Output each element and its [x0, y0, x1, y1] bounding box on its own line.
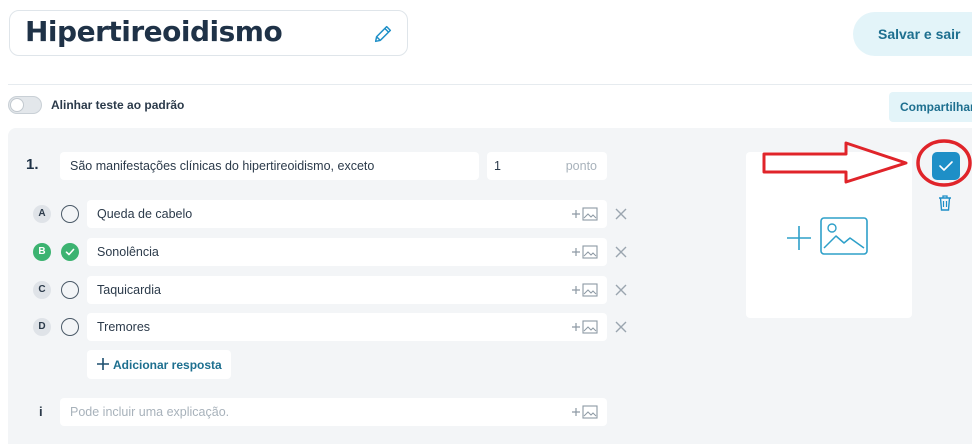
answer-radio-c[interactable] — [61, 281, 79, 299]
check-icon — [65, 248, 75, 256]
add-image-icon[interactable] — [569, 282, 599, 298]
add-image-icon[interactable] — [569, 319, 599, 335]
answer-radio-d[interactable] — [61, 318, 79, 336]
add-image-icon[interactable] — [569, 206, 599, 222]
question-number: 1. — [26, 156, 39, 173]
remove-answer-b-icon[interactable] — [612, 243, 630, 261]
trash-icon[interactable] — [937, 194, 953, 212]
toggle-knob — [10, 98, 24, 112]
answer-input-d[interactable]: Tremores — [87, 313, 607, 341]
question-text-input[interactable]: São manifestações clínicas do hipertireo… — [60, 152, 479, 180]
annotation-arrow — [762, 141, 908, 184]
remove-answer-c-icon[interactable] — [612, 281, 630, 299]
points-value: 1 — [494, 159, 501, 173]
answer-text-d: Tremores — [97, 320, 151, 334]
align-toggle-label: Alinhar teste ao padrão — [51, 98, 185, 112]
add-answer-button[interactable]: Adicionar resposta — [87, 350, 231, 379]
points-input[interactable]: 1 ponto — [487, 152, 607, 180]
align-toggle[interactable] — [8, 96, 42, 114]
answer-radio-b[interactable] — [61, 243, 79, 261]
plus-icon — [97, 358, 109, 370]
remove-answer-d-icon[interactable] — [612, 318, 630, 336]
save-and-exit-button[interactable]: Salvar e sair — [853, 12, 972, 56]
answer-text-a: Queda de cabelo — [97, 207, 193, 221]
answer-text-b: Sonolência — [97, 245, 159, 259]
explanation-placeholder: Pode incluir uma explicação. — [70, 405, 230, 419]
answer-radio-a[interactable] — [61, 205, 79, 223]
answer-input-b[interactable]: Sonolência — [87, 238, 607, 266]
answer-input-a[interactable]: Queda de cabelo — [87, 200, 607, 228]
page-title: Hipertireoidismo — [25, 15, 283, 48]
answer-letter-a: A — [33, 205, 51, 223]
share-button[interactable]: Compartilhar — [889, 92, 972, 122]
title-field[interactable]: Hipertireoidismo — [9, 10, 408, 56]
answer-letter-b: B — [33, 243, 51, 261]
header-divider — [8, 84, 972, 85]
answer-text-c: Taquicardia — [97, 283, 161, 297]
annotation-circle — [916, 139, 972, 187]
answer-input-c[interactable]: Taquicardia — [87, 276, 607, 304]
add-image-icon[interactable] — [569, 244, 599, 260]
answer-letter-d: D — [33, 318, 51, 336]
add-answer-label: Adicionar resposta — [113, 357, 222, 372]
remove-answer-a-icon[interactable] — [612, 205, 630, 223]
add-image-large-icon — [787, 217, 868, 255]
explanation-input[interactable]: Pode incluir uma explicação. — [60, 398, 607, 426]
info-icon: i — [39, 404, 43, 419]
pencil-icon[interactable] — [372, 23, 394, 45]
points-unit: ponto — [565, 159, 597, 173]
answer-letter-c: C — [33, 281, 51, 299]
add-image-icon[interactable] — [569, 404, 599, 420]
